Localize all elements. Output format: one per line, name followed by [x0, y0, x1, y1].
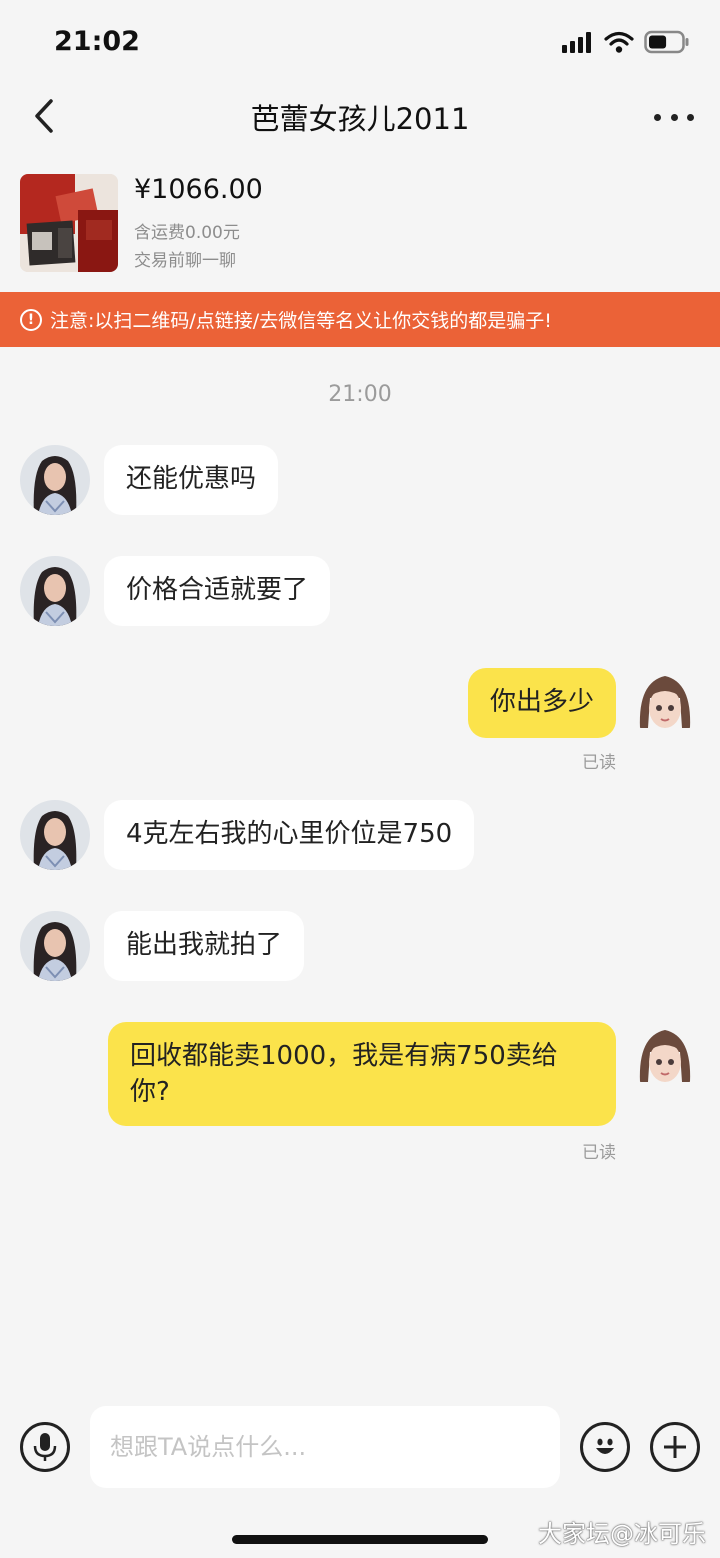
- warning-banner: ! 注意:以扫二维码/点链接/去微信等名义让你交钱的都是骗子!: [0, 292, 720, 347]
- home-indicator: [232, 1535, 488, 1544]
- emoji-button[interactable]: [580, 1422, 630, 1472]
- message-bubble[interactable]: 能出我就拍了: [104, 911, 305, 981]
- product-thumbnail[interactable]: [20, 174, 118, 272]
- battery-icon: [644, 30, 689, 54]
- my-avatar[interactable]: [630, 668, 700, 738]
- message-text: 价格合适就要了: [126, 575, 309, 605]
- product-price: ¥1066.00: [134, 174, 263, 205]
- read-status: 已读: [582, 1143, 616, 1163]
- signal-icon: [562, 32, 591, 53]
- seller-avatar[interactable]: [20, 445, 90, 515]
- message-text: 4克左右我的心里价位是750: [126, 819, 453, 849]
- status-icons: [562, 30, 690, 54]
- message-text: 能出我就拍了: [126, 930, 283, 960]
- message-bubble[interactable]: 价格合适就要了: [104, 556, 331, 626]
- wifi-icon: [604, 31, 634, 53]
- product-image: [20, 174, 118, 272]
- message-bubble-own[interactable]: 回收都能卖1000，我是有病750卖给你?: [108, 1022, 616, 1126]
- input-bar: [0, 1400, 720, 1500]
- status-bar: 21:02: [0, 0, 720, 86]
- more-button[interactable]: [654, 102, 694, 132]
- chat-title: 芭蕾女孩儿2011: [250, 102, 470, 136]
- message-bubble-own[interactable]: 你出多少: [467, 668, 616, 738]
- nav-bar: 芭蕾女孩儿2011: [0, 86, 720, 156]
- message-text: 你出多少: [489, 687, 594, 717]
- add-button[interactable]: [650, 1422, 700, 1472]
- microphone-icon: [33, 1433, 57, 1461]
- seller-avatar[interactable]: [20, 800, 90, 870]
- read-status: 已读: [582, 753, 616, 773]
- seller-avatar[interactable]: [20, 556, 90, 626]
- watermark: 大家坛@冰可乐: [538, 1520, 706, 1548]
- voice-button[interactable]: [20, 1422, 70, 1472]
- product-shipping: 含运费0.00元: [134, 223, 240, 243]
- more-icon: [654, 113, 661, 121]
- status-time: 21:02: [54, 26, 140, 57]
- warning-text: 注意:以扫二维码/点链接/去微信等名义让你交钱的都是骗子!: [50, 310, 552, 332]
- emoji-icon: [596, 1438, 614, 1454]
- alert-icon: !: [20, 308, 42, 331]
- product-card[interactable]: ¥1066.00 含运费0.00元 交易前聊一聊: [0, 172, 720, 282]
- message-text: 还能优惠吗: [126, 464, 257, 494]
- message-input[interactable]: [90, 1406, 560, 1488]
- message-text: 回收都能卖1000，我是有病750卖给你?: [130, 1041, 558, 1107]
- plus-icon: [664, 1436, 686, 1458]
- message-bubble[interactable]: 4克左右我的心里价位是750: [104, 800, 475, 870]
- my-avatar[interactable]: [630, 1022, 700, 1092]
- seller-avatar[interactable]: [20, 911, 90, 981]
- message-bubble[interactable]: 还能优惠吗: [104, 445, 279, 515]
- time-separator: 21:00: [328, 382, 392, 407]
- product-chat-hint: 交易前聊一聊: [134, 251, 236, 271]
